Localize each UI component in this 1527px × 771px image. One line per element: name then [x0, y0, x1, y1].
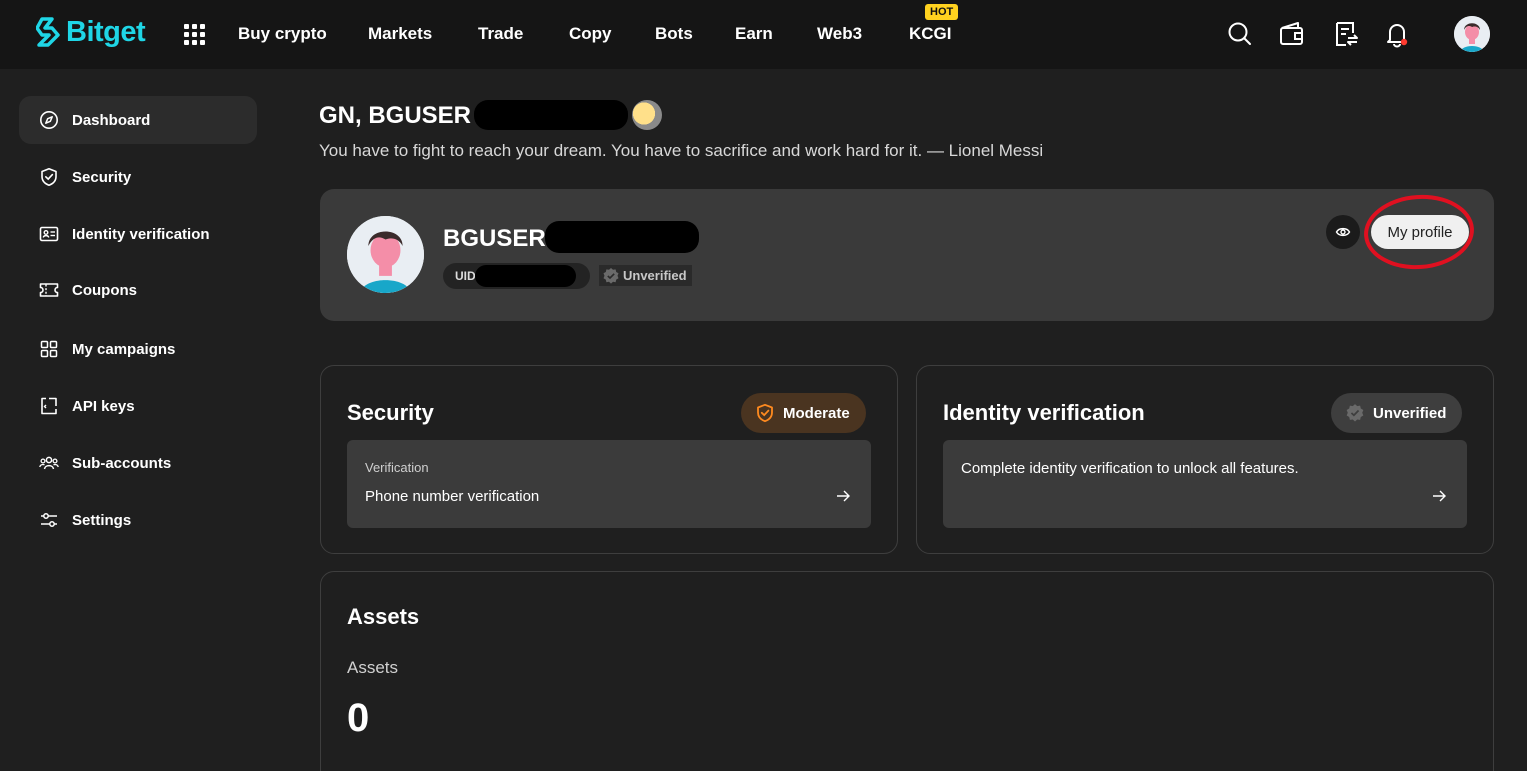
unverified-badge-icon: [1346, 404, 1364, 422]
security-level-label: Moderate: [783, 404, 850, 422]
id-card-icon: [39, 226, 59, 242]
assets-label: Assets: [347, 658, 399, 677]
identity-card-title: Identity verification: [943, 400, 1145, 425]
profile-card: BGUSER UID Unverified My profile: [320, 189, 1494, 321]
sidebar-item-identity-verification[interactable]: Identity verification: [19, 210, 257, 258]
user-avatar[interactable]: [1454, 16, 1490, 52]
sidebar-item-label: API keys: [72, 397, 135, 415]
assets-value: 0: [347, 696, 370, 740]
sidebar-item-label: Identity verification: [72, 225, 210, 243]
security-card-title: Security: [347, 400, 434, 425]
nav-web3[interactable]: Web3: [817, 24, 862, 44]
sidebar-item-api-keys[interactable]: API keys: [19, 382, 257, 430]
eye-icon: [1335, 227, 1351, 237]
top-navigation-bar: Bitget Buy crypto Markets Trade Copy Bot…: [0, 0, 1527, 69]
greeting-title: GN, BGUSER: [319, 102, 472, 129]
orders-icon[interactable]: [1332, 20, 1360, 48]
verification-status-label: Unverified: [623, 268, 687, 283]
apps-grid-icon[interactable]: [184, 24, 205, 45]
nav-buy-crypto[interactable]: Buy crypto: [238, 24, 327, 44]
unverified-badge-icon: [603, 267, 619, 284]
compass-icon: [40, 111, 58, 129]
profile-username: BGUSER: [443, 225, 546, 252]
sidebar-item-label: Security: [72, 168, 132, 186]
verification-label: Verification: [365, 460, 429, 475]
assets-card: Assets Assets 0: [320, 571, 1494, 771]
moon-icon: [632, 100, 662, 130]
identity-status-label: Unverified: [1373, 404, 1447, 422]
api-key-icon: [41, 397, 57, 415]
sidebar-item-label: Coupons: [72, 281, 137, 299]
shield-check-icon: [757, 403, 773, 423]
identity-verification-card: Identity verification Unverified Complet…: [916, 365, 1494, 554]
wallet-icon[interactable]: [1278, 20, 1306, 48]
toggle-visibility-button[interactable]: [1326, 215, 1360, 249]
identity-verification-text: Complete identity verification to unlock…: [961, 460, 1299, 477]
security-card: Security Moderate Verification Phone num…: [320, 365, 898, 554]
profile-avatar: [347, 216, 424, 293]
redaction-mark: [545, 221, 699, 253]
hot-badge: HOT: [925, 4, 959, 20]
ticket-icon: [39, 283, 59, 297]
phone-verification-text: Phone number verification: [365, 488, 540, 505]
sidebar-item-settings[interactable]: Settings: [19, 496, 257, 544]
arrow-right-icon: [1433, 490, 1446, 502]
identity-status-badge: Unverified: [1331, 393, 1463, 433]
uid-label: UID: [455, 269, 476, 283]
identity-verification-item[interactable]: Complete identity verification to unlock…: [943, 440, 1467, 528]
nav-copy[interactable]: Copy: [569, 24, 612, 44]
grid-icon: [40, 340, 58, 358]
verification-status-tag: Unverified: [599, 265, 692, 286]
sliders-icon: [41, 513, 57, 527]
assets-card-title: Assets: [347, 604, 420, 629]
nav-trade[interactable]: Trade: [478, 24, 523, 44]
avatar-illustration: [1454, 16, 1490, 52]
sidebar-item-security[interactable]: Security: [19, 153, 257, 201]
greeting-quote: You have to fight to reach your dream. Y…: [319, 141, 1044, 160]
sidebar-item-coupons[interactable]: Coupons: [19, 266, 257, 314]
security-level-badge: Moderate: [741, 393, 866, 433]
search-icon[interactable]: [1226, 20, 1254, 48]
users-icon: [39, 456, 59, 470]
nav-bots[interactable]: Bots: [655, 24, 693, 44]
sidebar-item-label: My campaigns: [72, 340, 176, 358]
bitget-logo-icon: [36, 17, 60, 47]
sidebar-item-dashboard[interactable]: Dashboard: [19, 96, 257, 144]
redaction-mark: [475, 265, 576, 287]
brand-name: Bitget: [66, 15, 146, 48]
arrow-right-icon: [837, 490, 850, 502]
sidebar-item-label: Sub-accounts: [72, 454, 172, 472]
bitget-logo[interactable]: Bitget: [36, 14, 146, 50]
avatar-illustration: [347, 216, 424, 293]
phone-verification-item[interactable]: Verification Phone number verification: [347, 440, 871, 528]
nav-earn[interactable]: Earn: [735, 24, 773, 44]
sidebar-item-sub-accounts[interactable]: Sub-accounts: [19, 439, 257, 487]
nav-markets[interactable]: Markets: [368, 24, 432, 44]
sidebar-item-label: Settings: [72, 511, 132, 529]
nav-kcgi[interactable]: KCGI: [909, 24, 952, 44]
shield-check-icon: [41, 168, 57, 186]
sidebar-item-label: Dashboard: [72, 111, 151, 129]
redaction-mark: [474, 100, 628, 130]
sidebar-item-my-campaigns[interactable]: My campaigns: [19, 325, 257, 373]
notification-bell-icon[interactable]: [1383, 20, 1411, 48]
